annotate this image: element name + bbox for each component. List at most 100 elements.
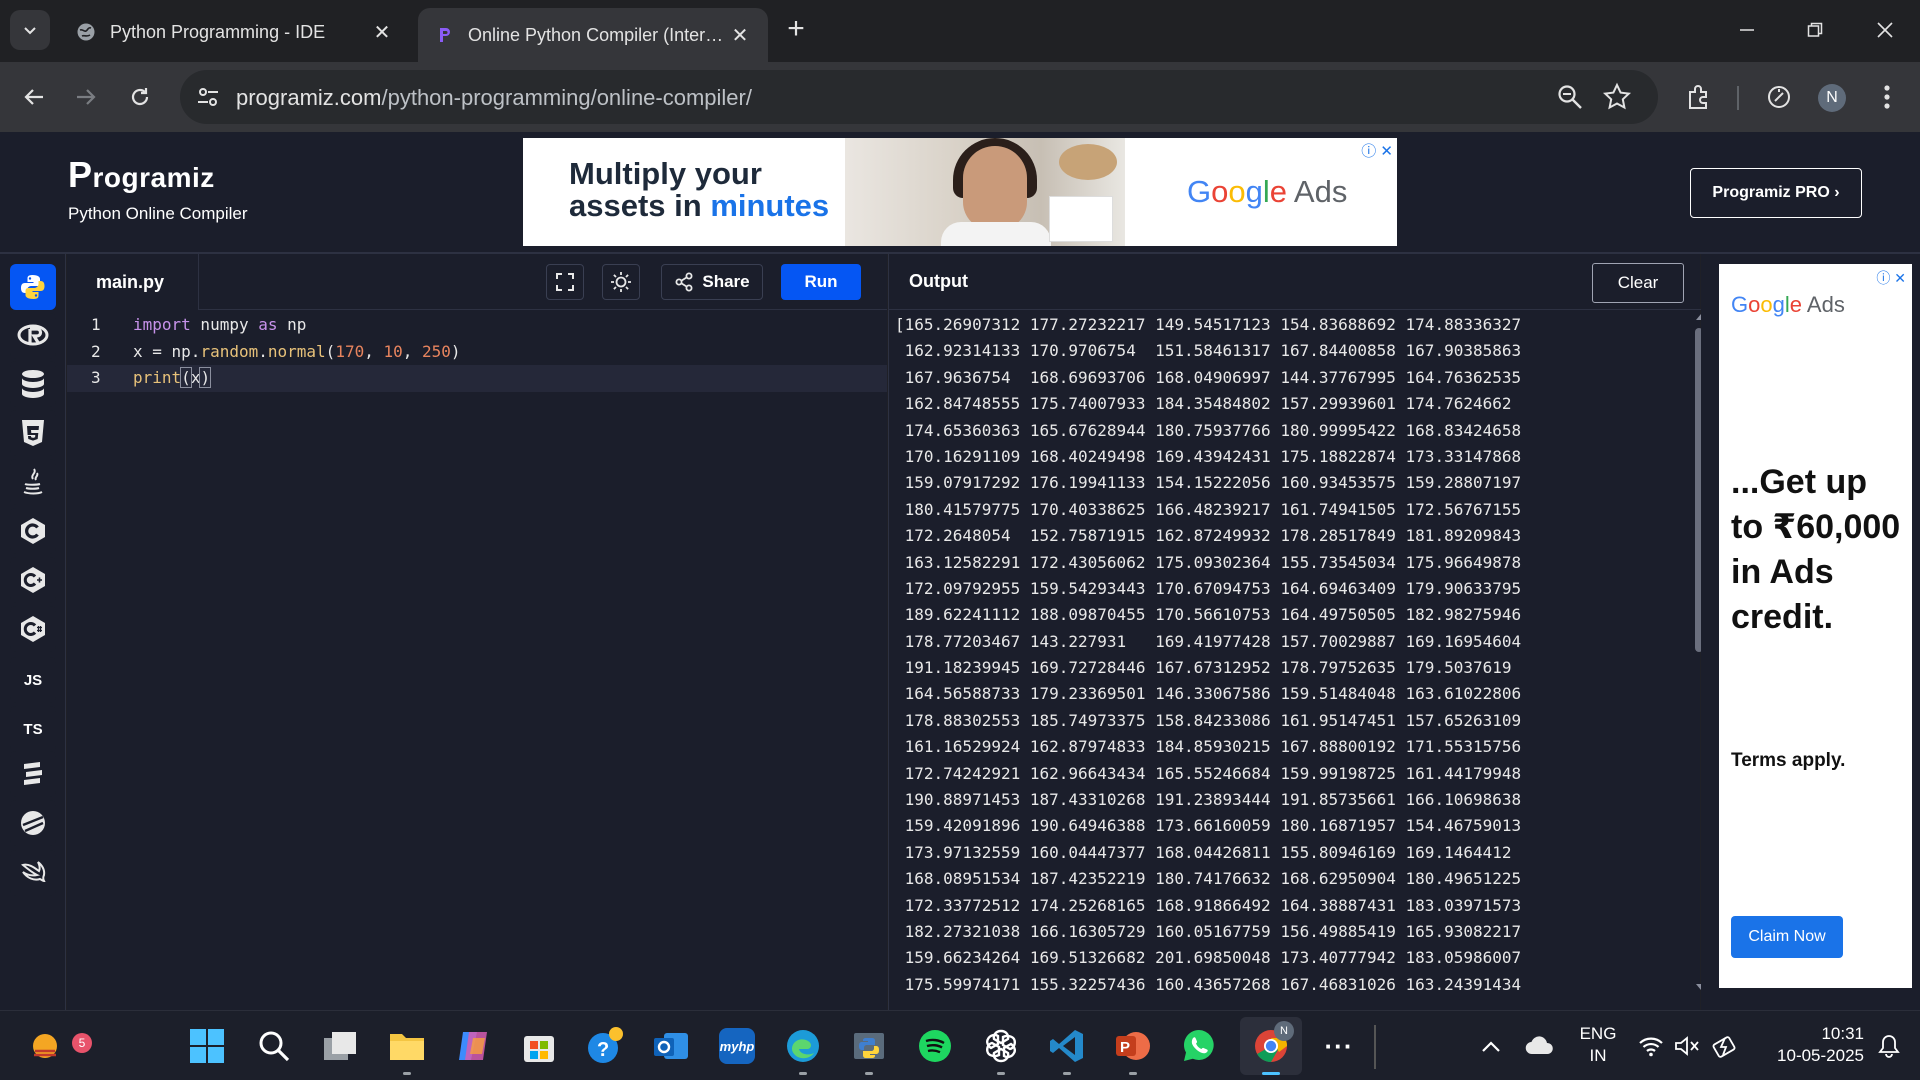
- language-php[interactable]: [10, 800, 56, 846]
- tab-online-compiler[interactable]: Online Python Compiler (Interpreter) ✕: [418, 8, 768, 62]
- language-javascript[interactable]: JS: [10, 657, 56, 703]
- theme-toggle-button[interactable]: [602, 264, 640, 300]
- claim-now-button[interactable]: Claim Now: [1731, 916, 1843, 958]
- onedrive-button[interactable]: [1516, 1023, 1562, 1069]
- programiz-logo[interactable]: Programiz: [68, 154, 215, 196]
- share-button[interactable]: Share: [661, 264, 763, 300]
- programiz-pro-button[interactable]: Programiz PRO ›: [1690, 168, 1862, 218]
- ad-choices-icon[interactable]: ⓘ ✕: [1361, 140, 1393, 161]
- sun-icon: [611, 272, 631, 292]
- extensions-button[interactable]: [1682, 80, 1716, 114]
- restore-button[interactable]: [1792, 12, 1838, 48]
- language-swift[interactable]: [10, 850, 56, 896]
- zoom-icon[interactable]: [1556, 83, 1584, 111]
- close-icon[interactable]: ✕: [728, 23, 752, 48]
- taskbar-chatgpt[interactable]: [978, 1023, 1024, 1075]
- tab-python-ide[interactable]: Python Programming - IDE ✕: [60, 10, 410, 54]
- start-button[interactable]: [184, 1023, 230, 1069]
- performance-button[interactable]: [1762, 80, 1796, 114]
- side-ad-headline: ...Get up to ₹60,000 in Ads credit.: [1731, 463, 1901, 636]
- taskbar-overflow-button[interactable]: ···: [1316, 1023, 1362, 1069]
- output-line: 172.09792955 159.54293443 170.67094753 1…: [895, 578, 1522, 598]
- language-sql[interactable]: [10, 361, 56, 407]
- google-ads-logo: Google Ads: [1187, 174, 1347, 210]
- taskbar-powerpoint[interactable]: P: [1110, 1023, 1156, 1075]
- address-bar[interactable]: programiz.com/python-programming/online-…: [180, 70, 1658, 124]
- site-settings-icon[interactable]: [196, 85, 220, 109]
- output-line: 163.12582291 172.43056062 175.09302364 1…: [895, 552, 1522, 572]
- output-header: Output Clear: [889, 254, 1701, 310]
- tab-search-button[interactable]: [10, 10, 50, 50]
- taskbar-edge[interactable]: [780, 1023, 826, 1075]
- clear-button[interactable]: Clear: [1592, 263, 1684, 303]
- new-tab-button[interactable]: +: [780, 14, 812, 46]
- banner-ad[interactable]: Multiply your assets in minutes Google A…: [523, 138, 1397, 246]
- taskbar-whatsapp[interactable]: [1176, 1023, 1222, 1069]
- side-ad[interactable]: ⓘ ✕ Google Ads ...Get up to ₹60,000 in A…: [1719, 264, 1912, 988]
- output-console[interactable]: [165.26907312 177.27232217 149.54517123 …: [895, 312, 1671, 1006]
- forward-button[interactable]: [64, 75, 108, 119]
- output-line: 173.97132559 160.04447377 168.04426811 1…: [895, 842, 1522, 862]
- weather-widget[interactable]: 5: [22, 1023, 92, 1069]
- puzzle-icon: [1689, 85, 1707, 109]
- code-line-current[interactable]: 3 print(x): [67, 365, 887, 392]
- language-r[interactable]: [10, 313, 56, 359]
- run-button[interactable]: Run: [781, 264, 861, 300]
- weather-sun-icon: [33, 1034, 57, 1058]
- share-icon: [675, 272, 693, 292]
- taskbar-chrome[interactable]: N: [1240, 1017, 1302, 1075]
- language-c[interactable]: [10, 508, 56, 554]
- output-line: 189.62241112 188.09870455 170.56610753 1…: [895, 605, 1522, 625]
- input-language-indicator[interactable]: ENG IN: [1570, 1023, 1626, 1067]
- language-code: ENG: [1579, 1024, 1617, 1043]
- taskbar-python-launcher[interactable]: [846, 1023, 892, 1075]
- fullscreen-button[interactable]: [546, 264, 584, 300]
- bell-icon: [1878, 1035, 1900, 1058]
- go-icon: [24, 762, 42, 785]
- code-area[interactable]: 1 import numpy as np 2 x = np.random.nor…: [67, 312, 887, 392]
- profile-avatar[interactable]: N: [1818, 84, 1846, 112]
- language-java[interactable]: [10, 459, 56, 505]
- taskbar-myhp[interactable]: my hp: [714, 1023, 760, 1069]
- language-csharp[interactable]: [10, 606, 56, 652]
- notifications-button[interactable]: [1866, 1023, 1912, 1069]
- code-line[interactable]: 1 import numpy as np: [67, 312, 887, 339]
- arrow-left-icon: [24, 89, 43, 105]
- search-icon: [259, 1031, 290, 1062]
- taskbar-search[interactable]: [251, 1023, 297, 1069]
- show-hidden-icons-button[interactable]: [1468, 1023, 1514, 1069]
- close-icon[interactable]: ✕: [370, 20, 394, 45]
- url-text[interactable]: programiz.com/python-programming/online-…: [236, 85, 752, 111]
- taskbar-clock[interactable]: 10:31 10-05-2025: [1754, 1023, 1864, 1067]
- taskbar-microsoft-store[interactable]: [516, 1023, 562, 1069]
- output-line: 164.56588733 179.23369501 146.33067586 1…: [895, 684, 1522, 704]
- taskbar-outlook[interactable]: [648, 1023, 694, 1069]
- taskbar-get-help[interactable]: ?: [582, 1023, 628, 1069]
- file-tab-main-py[interactable]: main.py: [67, 254, 199, 310]
- browser-menu-button[interactable]: [1870, 80, 1904, 114]
- code-line[interactable]: 2 x = np.random.normal(170, 10, 250): [67, 339, 887, 366]
- bookmark-star-icon[interactable]: [1602, 82, 1632, 112]
- powerpoint-icon: P: [1116, 1032, 1150, 1060]
- close-window-button[interactable]: [1862, 12, 1908, 48]
- language-typescript[interactable]: TS: [10, 706, 56, 752]
- r-icon: [17, 324, 49, 346]
- taskbar-task-view[interactable]: [317, 1023, 363, 1069]
- taskbar-copilot[interactable]: [450, 1023, 496, 1069]
- battery-button[interactable]: [1702, 1023, 1748, 1069]
- back-button[interactable]: [12, 75, 56, 119]
- minimize-button[interactable]: [1724, 12, 1770, 48]
- python-file-icon: [854, 1033, 884, 1059]
- site-header: Programiz Python Online Compiler Multipl…: [0, 132, 1920, 254]
- taskbar-spotify[interactable]: [912, 1023, 958, 1069]
- more-vertical-icon: [1884, 85, 1890, 109]
- taskbar-file-explorer[interactable]: [384, 1023, 430, 1075]
- output-line: 162.84748555 175.74007933 184.35484802 1…: [895, 394, 1522, 414]
- reload-button[interactable]: [118, 75, 162, 119]
- ad-choices-icon[interactable]: ⓘ ✕: [1876, 268, 1906, 288]
- language-go[interactable]: [10, 751, 56, 797]
- language-cpp[interactable]: [10, 557, 56, 603]
- taskbar-vscode[interactable]: [1044, 1023, 1090, 1075]
- language-python[interactable]: [10, 264, 56, 310]
- language-html[interactable]: [10, 410, 56, 456]
